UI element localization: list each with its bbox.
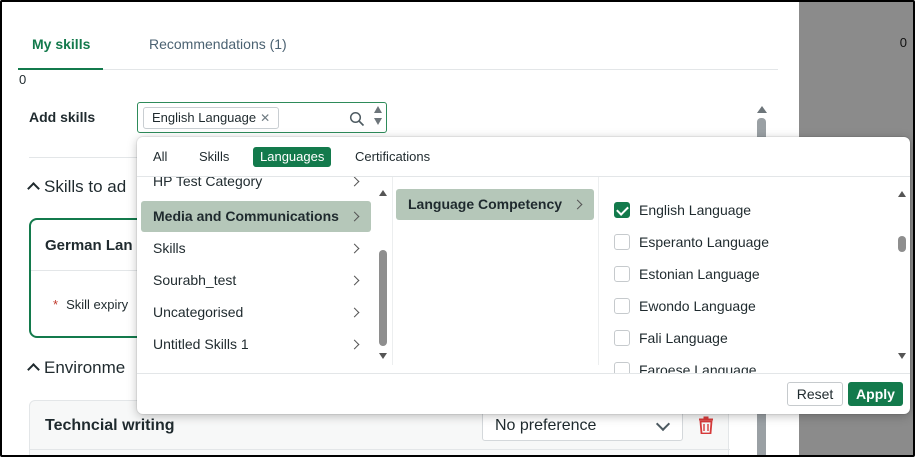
category-label: Skills <box>153 240 186 256</box>
add-skills-label: Add skills <box>29 109 96 125</box>
skills-picker-popover: All Skills Languages Certifications HP T… <box>137 137 910 414</box>
checkbox[interactable] <box>614 362 630 373</box>
category-item[interactable]: HP Test Category <box>141 177 371 197</box>
add-skills-input[interactable]: English Language ✕ <box>137 102 387 133</box>
chip-label: English Language <box>152 110 257 125</box>
scroll-down-icon[interactable] <box>898 353 906 359</box>
category-label: Sourabh_test <box>153 272 237 288</box>
chevron-right-icon <box>572 199 583 210</box>
filter-tab-all[interactable]: All <box>146 147 174 167</box>
column-divider <box>392 177 393 365</box>
spinner-up-icon[interactable] <box>374 106 382 113</box>
required-marker: * <box>53 297 59 312</box>
trash-icon[interactable] <box>698 416 714 434</box>
divider <box>29 157 137 158</box>
chevron-right-icon <box>349 339 360 350</box>
preference-value: No preference <box>495 417 597 434</box>
checkbox[interactable] <box>614 266 630 282</box>
divider <box>137 373 910 374</box>
window-frame: My skills Recommendations (1) 0 Add skil… <box>0 0 915 457</box>
filter-tab-languages[interactable]: Languages <box>253 147 332 167</box>
skill-expiry-field: * Skill expiry <box>53 297 128 312</box>
column-divider <box>598 177 599 365</box>
reset-button[interactable]: Reset <box>787 382 843 406</box>
preference-select[interactable]: No preference <box>482 411 683 441</box>
apply-button[interactable]: Apply <box>848 382 903 406</box>
input-spinner[interactable] <box>373 105 383 131</box>
tab-recommendations[interactable]: Recommendations (1) <box>149 36 287 52</box>
category-label: Untitled Skills 1 <box>153 336 249 352</box>
search-icon[interactable] <box>349 111 365 127</box>
language-label: Faroese Language <box>639 362 757 373</box>
category-item[interactable]: Uncategorised <box>141 297 371 328</box>
category-label: Uncategorised <box>153 304 244 320</box>
tab-my-skills[interactable]: My skills <box>18 36 103 70</box>
checkbox[interactable] <box>614 298 630 314</box>
category-list: HP Test Category Media and Communication… <box>137 177 392 373</box>
subcategory-item[interactable]: Language Competency <box>396 189 594 220</box>
count-text: 0 <box>19 72 27 87</box>
chip-remove-icon[interactable]: ✕ <box>260 111 270 125</box>
scroll-up-icon[interactable] <box>898 191 906 197</box>
category-item[interactable]: Media and Communications <box>141 201 371 232</box>
section-environment[interactable]: Environme <box>27 358 126 378</box>
count-text: 0 <box>899 35 907 50</box>
chevron-right-icon <box>349 243 360 254</box>
language-list: English Language Esperanto Language Esto… <box>607 177 887 373</box>
language-label: Fali Language <box>639 330 728 346</box>
chevron-right-icon <box>349 211 360 222</box>
field-label: Skill expiry <box>66 297 129 312</box>
checkbox-checked[interactable] <box>614 202 630 218</box>
language-label: Estonian Language <box>639 266 760 282</box>
chevron-right-icon <box>349 275 360 286</box>
section-title: Environme <box>44 358 126 377</box>
scroll-down-icon[interactable] <box>379 353 387 359</box>
chevron-up-icon <box>27 363 40 376</box>
checkbox[interactable] <box>614 330 630 346</box>
chevron-down-icon <box>655 416 671 432</box>
subcategory-label: Language Competency <box>408 196 563 212</box>
category-label: Media and Communications <box>153 208 339 224</box>
card-divider <box>30 449 730 450</box>
language-label: English Language <box>639 202 752 218</box>
selected-skill-chip: English Language ✕ <box>143 107 280 129</box>
spinner-down-icon[interactable] <box>374 118 382 125</box>
section-skills-to-add[interactable]: Skills to ad <box>27 177 127 197</box>
language-scrollbar[interactable] <box>898 236 906 252</box>
scroll-up-icon[interactable] <box>379 190 387 196</box>
category-label: HP Test Category <box>153 177 263 189</box>
skill-card-title: German Lan <box>45 237 133 254</box>
skill-card-title: Techncial writing <box>45 417 175 434</box>
chevron-right-icon <box>349 307 360 318</box>
category-item[interactable]: Sourabh_test <box>141 265 371 296</box>
filter-tab-skills[interactable]: Skills <box>192 147 236 167</box>
tab-bar: My skills Recommendations (1) <box>18 30 778 70</box>
language-label: Esperanto Language <box>639 234 769 250</box>
chevron-right-icon <box>349 177 360 187</box>
category-item[interactable]: Untitled Skills 1 <box>141 329 371 360</box>
section-title: Skills to ad <box>44 177 127 196</box>
category-scrollbar[interactable] <box>379 250 387 346</box>
checkbox[interactable] <box>614 234 630 250</box>
filter-tab-certifications[interactable]: Certifications <box>348 147 437 167</box>
chevron-up-icon <box>27 182 40 195</box>
page-scroll-up-icon[interactable] <box>757 106 767 113</box>
language-label: Ewondo Language <box>639 298 756 314</box>
category-item[interactable]: Skills <box>141 233 371 264</box>
